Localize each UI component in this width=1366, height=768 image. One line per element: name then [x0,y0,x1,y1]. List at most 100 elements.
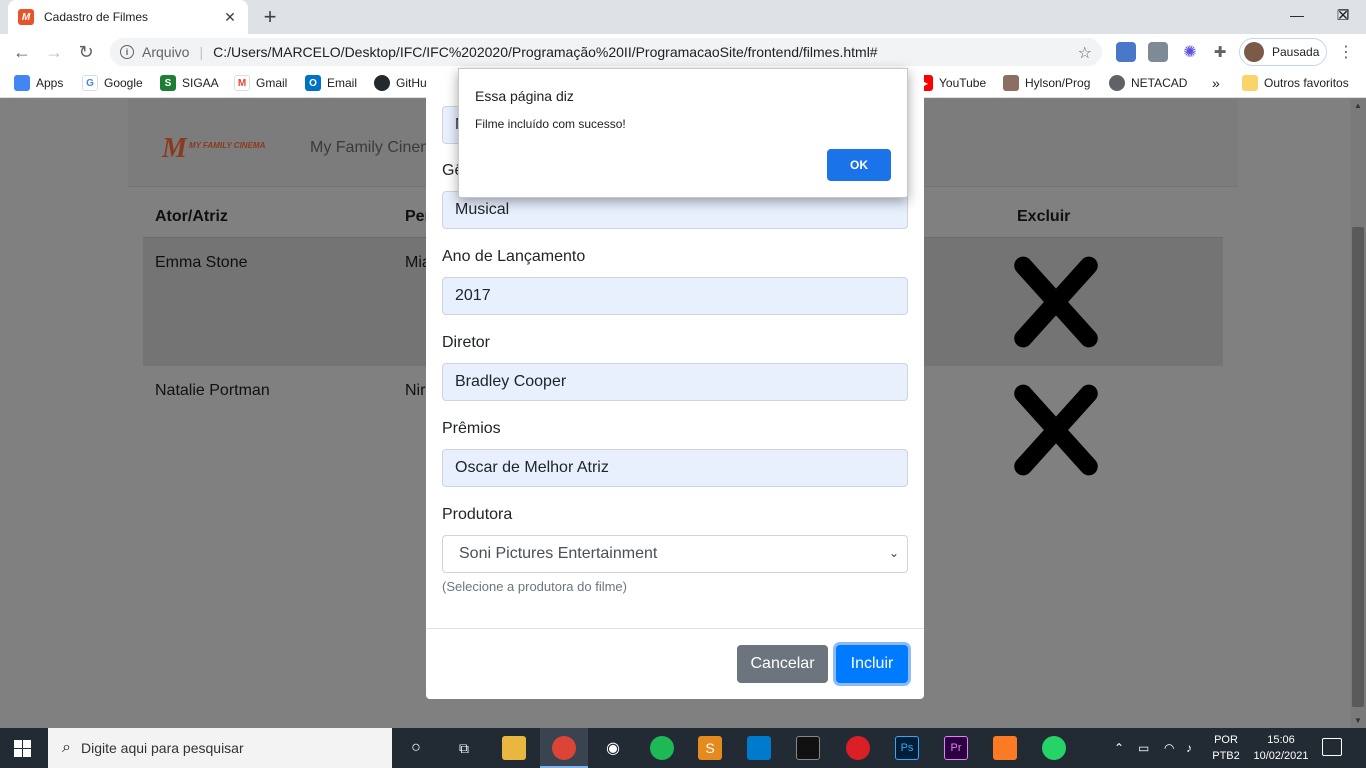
site-favicon-icon: M [18,9,34,25]
cortana-icon[interactable]: ○ [404,736,428,760]
photoshop-icon[interactable]: Ps [895,736,919,760]
address-bar[interactable]: i Arquivo | C:/Users/MARCELO/Desktop/IFC… [110,38,1102,66]
bookmark-label: Gmail [256,76,288,90]
site-logo[interactable]: M MY FAMILY CINEMA [162,133,265,165]
bookmark-google[interactable]: G Google [82,75,143,91]
extension-tracker-icon[interactable] [1116,42,1136,62]
chrome-icon[interactable] [552,736,576,760]
terminal-icon[interactable] [796,736,820,760]
folder-icon [1242,75,1258,91]
year-input[interactable]: 2017 [442,277,908,315]
notification-icon[interactable] [1322,738,1342,756]
tab-title: Cadastro de Filmes [44,10,149,24]
bookmark-hylson[interactable]: Hylson/Prog [1003,75,1090,91]
awards-label: Prêmios [442,420,501,437]
bookmark-email[interactable]: O Email [305,75,357,91]
browser-tab[interactable]: M Cadastro de Filmes ✕ [8,0,248,34]
bookmark-gmail[interactable]: M Gmail [234,75,287,91]
tray-chevron-icon[interactable]: ⌃ [1114,728,1124,768]
bookmark-label: Google [104,76,143,90]
window-close-button[interactable]: ✕ [1320,0,1366,30]
scroll-up-icon[interactable]: ▲ [1350,99,1366,113]
alert-ok-button[interactable]: OK [827,149,891,181]
extension-tb-icon[interactable] [1148,42,1168,62]
logo-text: MY FAMILY CINEMA [188,140,266,150]
alert-message: Filme incluído com sucesso! [475,117,626,131]
vscode-icon[interactable] [747,736,771,760]
producer-help-text: (Selecione a produtora do filme) [442,579,627,594]
extension-flower-icon[interactable]: ✺ [1180,42,1200,62]
search-icon: ⌕ [62,739,71,756]
game-icon[interactable]: ◉ [601,736,625,760]
address-url[interactable]: C:/Users/MARCELO/Desktop/IFC/IFC%202020/… [213,44,878,60]
task-view-icon[interactable]: ⧉ [452,736,476,760]
premiere-icon[interactable]: Pr [944,736,968,760]
director-label: Diretor [442,334,491,351]
outlook-icon: O [305,75,321,91]
site-brand[interactable]: My Family Cinema [310,139,442,157]
battery-icon[interactable]: ▭ [1138,728,1149,768]
cell-delete [1005,237,1223,366]
whatsapp-icon[interactable] [1042,736,1066,760]
windows-start-icon[interactable] [14,740,31,757]
delete-x-icon[interactable] [1007,250,1099,350]
cell-actor: Emma Stone [143,237,393,366]
spotify-icon[interactable] [650,736,674,760]
extensions-puzzle-icon[interactable]: ✚ [1210,42,1230,62]
input-language[interactable]: POR PTB2 [1210,732,1242,764]
awards-input[interactable]: Oscar de Melhor Atriz [442,449,908,487]
wifi-icon[interactable]: ◠ [1164,728,1174,768]
bookmark-apps[interactable]: Apps [14,75,63,91]
keyboard-layout: PTB2 [1212,750,1240,762]
apps-icon [14,75,30,91]
bookmark-star-icon[interactable]: ☆ [1078,43,1092,63]
bookmark-netacad[interactable]: NETACAD [1109,75,1187,91]
new-tab-button[interactable]: + [258,5,282,29]
xampp-icon[interactable] [993,736,1017,760]
window-restore-button[interactable]: ❐ [1274,0,1350,30]
bookmark-label: SIGAA [182,76,219,90]
browser-toolbar: ← → ↻ i Arquivo | C:/Users/MARCELO/Deskt… [0,34,1366,70]
producer-select[interactable]: Soni Pictures Entertainment ⌄ [442,535,908,573]
alert-dialog: Essa página diz Filme incluído com suces… [458,68,908,198]
browser-menu-icon[interactable]: ⋮ [1336,42,1356,62]
genre-input-value: Musical [455,201,510,218]
sublime-icon[interactable]: S [698,736,722,760]
scroll-down-icon[interactable]: ▼ [1350,714,1366,728]
file-explorer-icon[interactable] [502,736,526,760]
bookmark-youtube[interactable]: ▶ YouTube [917,75,986,91]
address-scheme-label: Arquivo [142,44,190,60]
awards-input-value: Oscar de Melhor Atriz [455,459,609,476]
bookmark-label: Email [327,76,358,90]
sigaa-icon: S [160,75,176,91]
taskbar-search[interactable]: ⌕ Digite aqui para pesquisar [48,728,392,768]
bookmark-label: Hylson/Prog [1025,76,1091,90]
volume-icon[interactable]: ♪ [1186,728,1192,768]
modal-footer-divider [426,628,924,629]
bookmark-sigaa[interactable]: S SIGAA [160,75,219,91]
browser-tabbar: M Cadastro de Filmes ✕ + — [0,0,1366,34]
creative-cloud-icon[interactable] [846,736,870,760]
info-icon[interactable]: i [120,45,134,59]
director-input[interactable]: Bradley Cooper [442,363,908,401]
scroll-thumb[interactable] [1352,227,1364,707]
cancel-button[interactable]: Cancelar [737,645,828,683]
profile-button[interactable]: Pausada [1239,38,1327,66]
column-header-delete: Excluir [1005,197,1223,238]
windows-taskbar: ⌕ Digite aqui para pesquisar ○ ⧉ ◉ S Ps … [0,728,1366,768]
submit-button[interactable]: Incluir [836,645,908,683]
delete-x-icon[interactable] [1007,378,1099,478]
netacad-icon [1109,75,1125,91]
reload-button[interactable]: ↻ [74,40,98,64]
back-button[interactable]: ← [10,40,34,64]
page-scrollbar[interactable]: ▲ ▼ [1350,99,1366,728]
google-icon: G [82,75,98,91]
avatar [1244,42,1264,62]
tab-close-icon[interactable]: ✕ [222,9,238,26]
forward-button[interactable]: → [42,40,66,64]
taskbar-clock[interactable]: 15:06 10/02/2021 [1250,732,1312,764]
bookmarks-overflow-button[interactable]: » [1212,75,1220,91]
other-bookmarks-folder[interactable]: Outros favoritos [1242,75,1349,91]
profile-status: Pausada [1272,45,1320,59]
bookmark-github[interactable]: GitHub [374,75,433,91]
